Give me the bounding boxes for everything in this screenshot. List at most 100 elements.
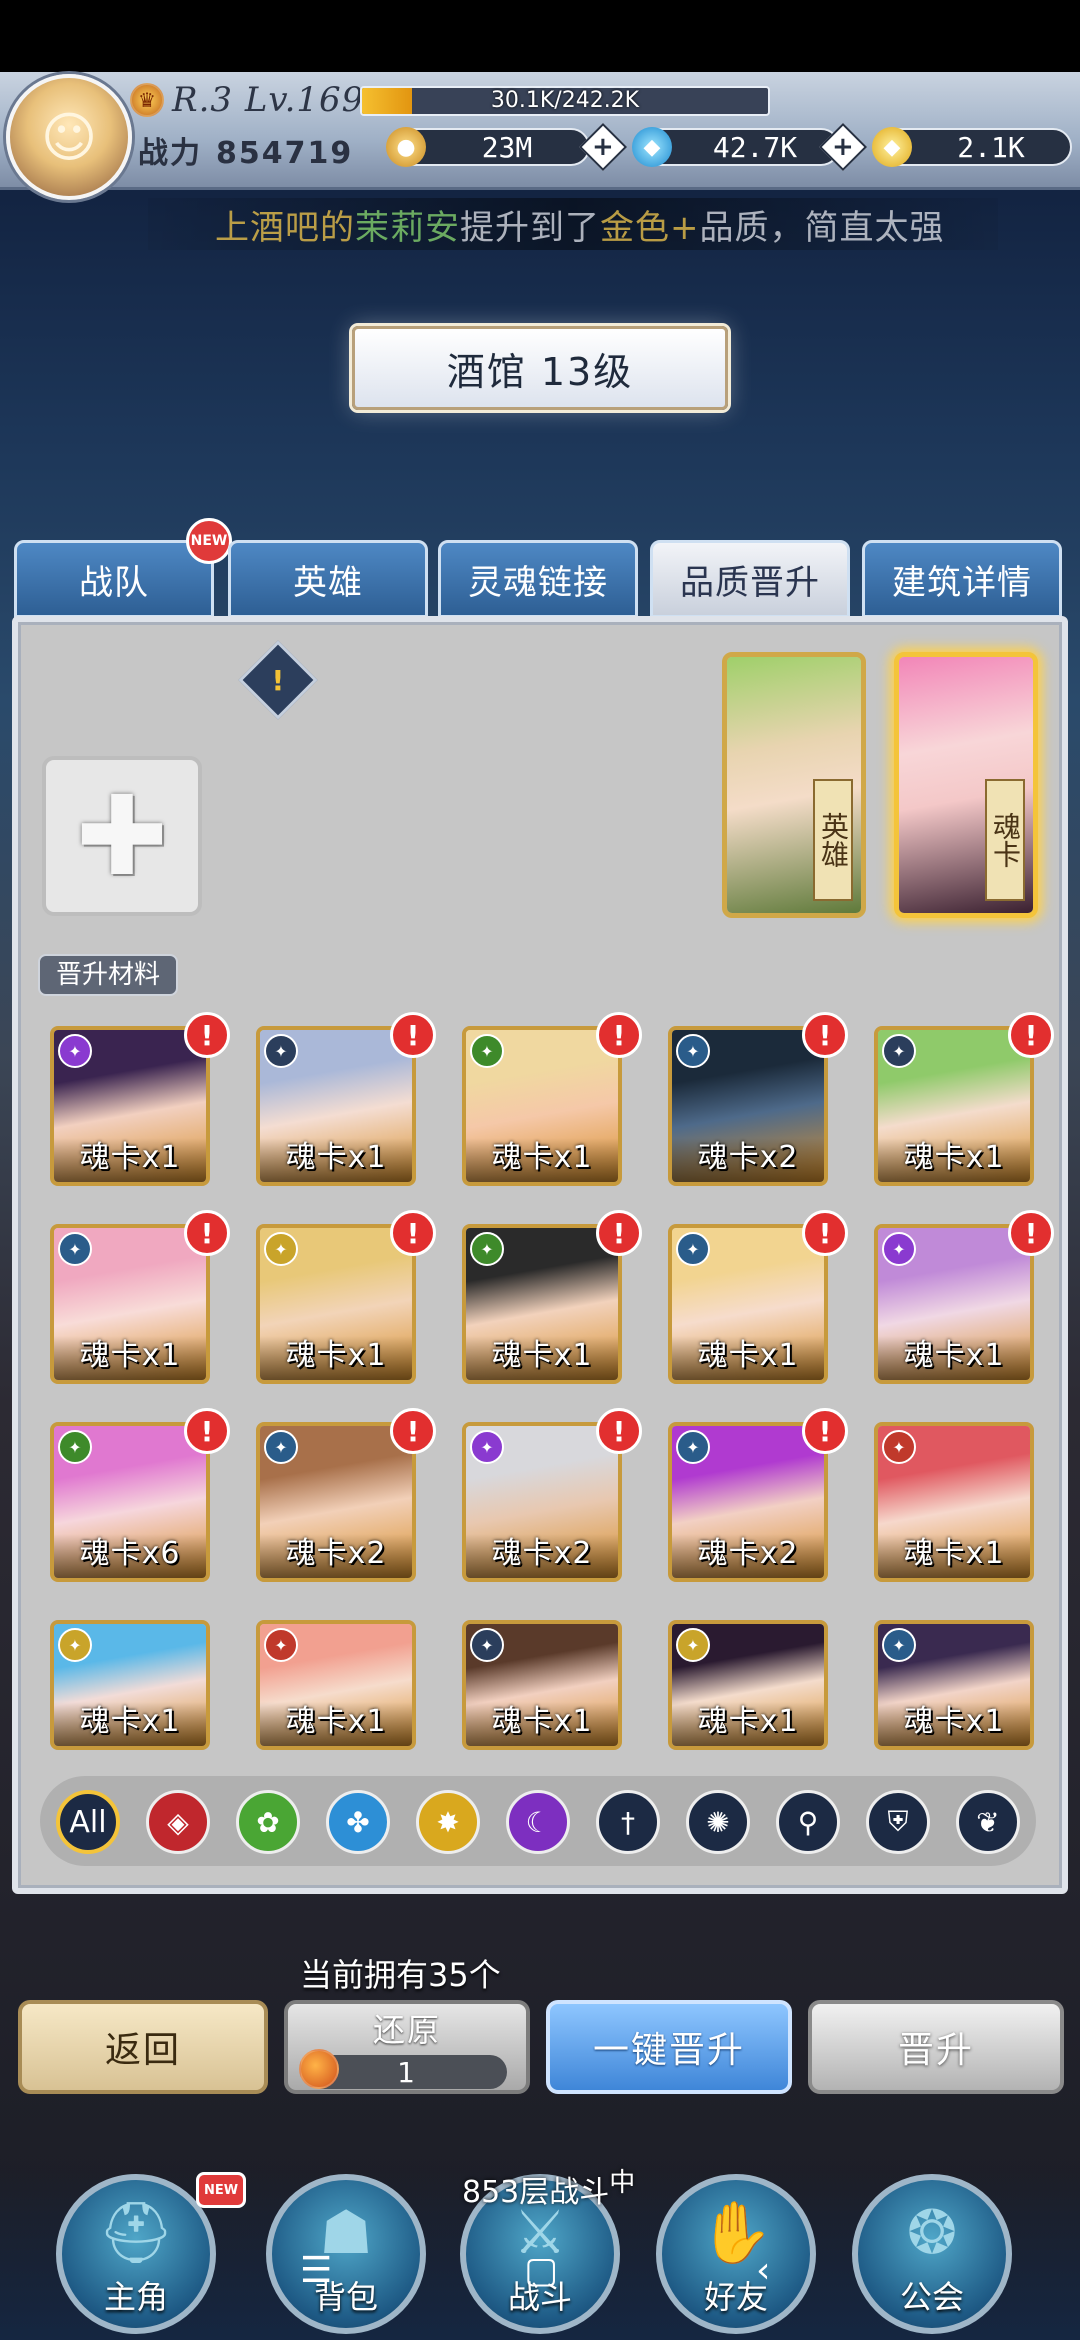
filter-sword-icon[interactable]: † xyxy=(596,1790,660,1854)
potion-icon xyxy=(299,2049,339,2089)
avatar-portrait-icon: ☺ xyxy=(40,105,98,169)
rank-line: ♛ R.3 Lv.169 xyxy=(130,80,364,120)
material-card-label: 魂卡x1 xyxy=(491,1338,593,1373)
material-card-label: 魂卡x1 xyxy=(79,1140,181,1175)
class-badge-icon: ✦ xyxy=(470,1430,504,1464)
material-card[interactable]: ✦ 魂卡x1 xyxy=(668,1224,828,1384)
tab-soul-link-label: 灵魂链接 xyxy=(468,562,608,603)
battle-status-text: 853层战斗 xyxy=(462,2175,610,2210)
material-card[interactable]: ✦ 魂卡x2 xyxy=(668,1422,828,1582)
filter-nature-icon[interactable]: ✿ xyxy=(236,1790,300,1854)
tab-soul-link[interactable]: 灵魂链接 xyxy=(438,540,638,618)
hero-slot-card[interactable]: 英雄 xyxy=(722,652,866,918)
nav-guild[interactable]: ❂ 公会 xyxy=(852,2174,1012,2334)
power-value: 854719 xyxy=(216,136,354,171)
class-badge-icon: ✦ xyxy=(264,1628,298,1662)
class-badge-icon: ✦ xyxy=(58,1034,92,1068)
nav-hero[interactable]: ⛑ 主角 xyxy=(56,2174,216,2334)
class-badge-icon: ✦ xyxy=(470,1232,504,1266)
tab-heroes[interactable]: 英雄 xyxy=(228,540,428,618)
nav-hero-label: 主角 xyxy=(103,2278,168,2316)
material-card[interactable]: ✦ 魂卡x1 xyxy=(50,1620,210,1750)
material-alert-badge: ! xyxy=(1008,1210,1054,1256)
add-hero-slot[interactable]: ✚ xyxy=(42,756,202,916)
material-card[interactable]: ✦ 魂卡x6 xyxy=(50,1422,210,1582)
broadcast-name: 茉莉安 xyxy=(355,208,460,248)
currency-diamond-value: 42.7K xyxy=(712,130,798,164)
filter-light-icon[interactable]: ✸ xyxy=(416,1790,480,1854)
auto-promote-button[interactable]: 一键晋升 xyxy=(546,2000,792,2094)
broadcast-post: 品质，简直太强 xyxy=(699,208,945,248)
back-button[interactable]: 返回 xyxy=(18,2000,268,2094)
material-card-label: 魂卡x1 xyxy=(697,1338,799,1373)
restore-button[interactable]: 还原 1 xyxy=(284,2000,530,2094)
material-alert-badge: ! xyxy=(596,1210,642,1256)
filter-dark-icon[interactable]: ☾ xyxy=(506,1790,570,1854)
material-alert-badge: ! xyxy=(184,1012,230,1058)
class-badge-icon: ✦ xyxy=(264,1232,298,1266)
material-card[interactable]: ✦ 魂卡x1 xyxy=(50,1224,210,1384)
currency-diamond: ◆ 42.7K xyxy=(632,127,840,167)
class-badge-icon: ✦ xyxy=(264,1430,298,1464)
material-card[interactable]: ✦ 魂卡x2 xyxy=(256,1422,416,1582)
filter-all[interactable]: All xyxy=(56,1790,120,1854)
tab-team-label: 战队 xyxy=(79,562,149,603)
tab-building-details[interactable]: 建筑详情 xyxy=(862,540,1062,618)
nav-friends[interactable]: ✋ 好友 xyxy=(656,2174,816,2334)
filter-wing-icon[interactable]: ❦ xyxy=(956,1790,1020,1854)
currency-gold-value: 23M xyxy=(481,130,533,164)
material-card[interactable]: ✦ 魂卡x1 xyxy=(874,1224,1034,1384)
filter-water-icon[interactable]: ✤ xyxy=(326,1790,390,1854)
material-card-label: 魂卡x1 xyxy=(697,1704,799,1739)
tab-quality-promotion-label: 品质晋升 xyxy=(680,562,820,603)
filter-staff-icon[interactable]: ⚲ xyxy=(776,1790,840,1854)
currency-gold: ● 23M xyxy=(386,127,590,167)
material-alert-badge: ! xyxy=(390,1408,436,1454)
system-back-icon[interactable]: ‹ xyxy=(756,2250,770,2291)
system-home-icon[interactable]: ▢ xyxy=(524,2250,558,2291)
material-card[interactable]: ✦ 魂卡x1 xyxy=(462,1224,622,1384)
broadcast-mid: 提升到了 xyxy=(460,208,600,248)
new-badge: NEW xyxy=(186,518,232,564)
soulcard-slot-card[interactable]: 魂卡 xyxy=(894,652,1038,918)
combat-power: 战力 854719 xyxy=(138,128,353,172)
material-alert-badge: ! xyxy=(802,1210,848,1256)
material-card-label: 魂卡x1 xyxy=(491,1704,593,1739)
filter-shield-icon[interactable]: ⛨ xyxy=(866,1790,930,1854)
material-alert-badge: ! xyxy=(390,1012,436,1058)
material-card-label: 魂卡x2 xyxy=(285,1536,387,1571)
nav-backpack[interactable]: ☗ 背包 xyxy=(266,2174,426,2334)
system-menu-icon[interactable]: ☰ xyxy=(300,2250,332,2291)
class-badge-icon: ✦ xyxy=(676,1628,710,1662)
filter-fire-icon[interactable]: ◈ xyxy=(146,1790,210,1854)
material-card[interactable]: ✦ 魂卡x1 xyxy=(256,1026,416,1186)
material-card[interactable]: ✦ 魂卡x1 xyxy=(256,1620,416,1750)
material-card[interactable]: ✦ 魂卡x1 xyxy=(50,1026,210,1186)
material-card-label: 魂卡x1 xyxy=(285,1140,387,1175)
rank-level: R.3 Lv.169 xyxy=(172,80,365,120)
material-card[interactable]: ✦ 魂卡x1 xyxy=(874,1620,1034,1750)
material-card-label: 魂卡x1 xyxy=(285,1704,387,1739)
tab-quality-promotion[interactable]: 品质晋升 xyxy=(650,540,850,618)
material-card-label: 魂卡x1 xyxy=(903,1140,1005,1175)
material-card-label: 魂卡x2 xyxy=(697,1536,799,1571)
exp-text: 30.1K/242.2K xyxy=(490,88,640,113)
material-card[interactable]: ✦ 魂卡x1 xyxy=(874,1422,1034,1582)
material-card[interactable]: ✦ 魂卡x1 xyxy=(668,1620,828,1750)
material-card[interactable]: ✦ 魂卡x1 xyxy=(256,1224,416,1384)
player-avatar[interactable]: ☺ xyxy=(6,74,132,200)
battle-status-sup: 中 xyxy=(609,2168,636,2198)
material-alert-badge: ! xyxy=(596,1012,642,1058)
material-card[interactable]: ✦ 魂卡x2 xyxy=(462,1422,622,1582)
material-alert-badge: ! xyxy=(596,1408,642,1454)
grid-scroll-mask xyxy=(40,1760,1040,1776)
tab-team[interactable]: 战队 xyxy=(14,540,214,618)
filter-shuriken-icon[interactable]: ✺ xyxy=(686,1790,750,1854)
promote-button[interactable]: 晋升 xyxy=(808,2000,1064,2094)
restore-cost-value: 1 xyxy=(397,2055,417,2089)
material-card[interactable]: ✦ 魂卡x1 xyxy=(874,1026,1034,1186)
material-card[interactable]: ✦ 魂卡x1 xyxy=(462,1026,622,1186)
material-alert-badge: ! xyxy=(1008,1012,1054,1058)
material-card[interactable]: ✦ 魂卡x2 xyxy=(668,1026,828,1186)
material-card[interactable]: ✦ 魂卡x1 xyxy=(462,1620,622,1750)
